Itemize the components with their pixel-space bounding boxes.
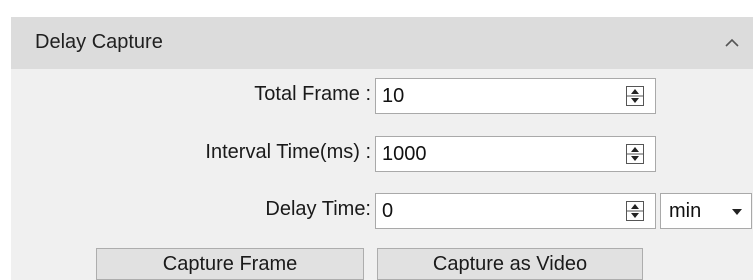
spin-up-down-icon[interactable]	[626, 86, 644, 106]
panel-title: Delay Capture	[35, 31, 163, 53]
panel-header[interactable]: Delay Capture	[11, 17, 753, 69]
capture-video-button[interactable]: Capture as Video	[377, 248, 643, 280]
spin-up-down-icon[interactable]	[626, 201, 644, 221]
chevron-up-icon[interactable]	[724, 36, 740, 48]
interval-time-input[interactable]	[382, 142, 602, 166]
delay-time-input[interactable]	[382, 199, 602, 223]
capture-frame-button[interactable]: Capture Frame	[96, 248, 364, 280]
delay-unit-select[interactable]: min	[660, 193, 752, 229]
total-frame-input[interactable]	[382, 84, 602, 108]
delay-unit-value: min	[669, 200, 702, 222]
delay-time-spinbox[interactable]	[375, 193, 656, 229]
caret-down-icon	[732, 209, 742, 215]
total-frame-spinbox[interactable]	[375, 78, 656, 114]
interval-time-spinbox[interactable]	[375, 136, 656, 172]
delay-time-label: Delay Time:	[265, 198, 371, 220]
total-frame-label: Total Frame :	[254, 83, 371, 105]
delay-capture-panel: Delay Capture Total Frame : Interval Tim…	[11, 17, 753, 280]
spin-up-down-icon[interactable]	[626, 144, 644, 164]
interval-time-label: Interval Time(ms) :	[205, 141, 371, 163]
